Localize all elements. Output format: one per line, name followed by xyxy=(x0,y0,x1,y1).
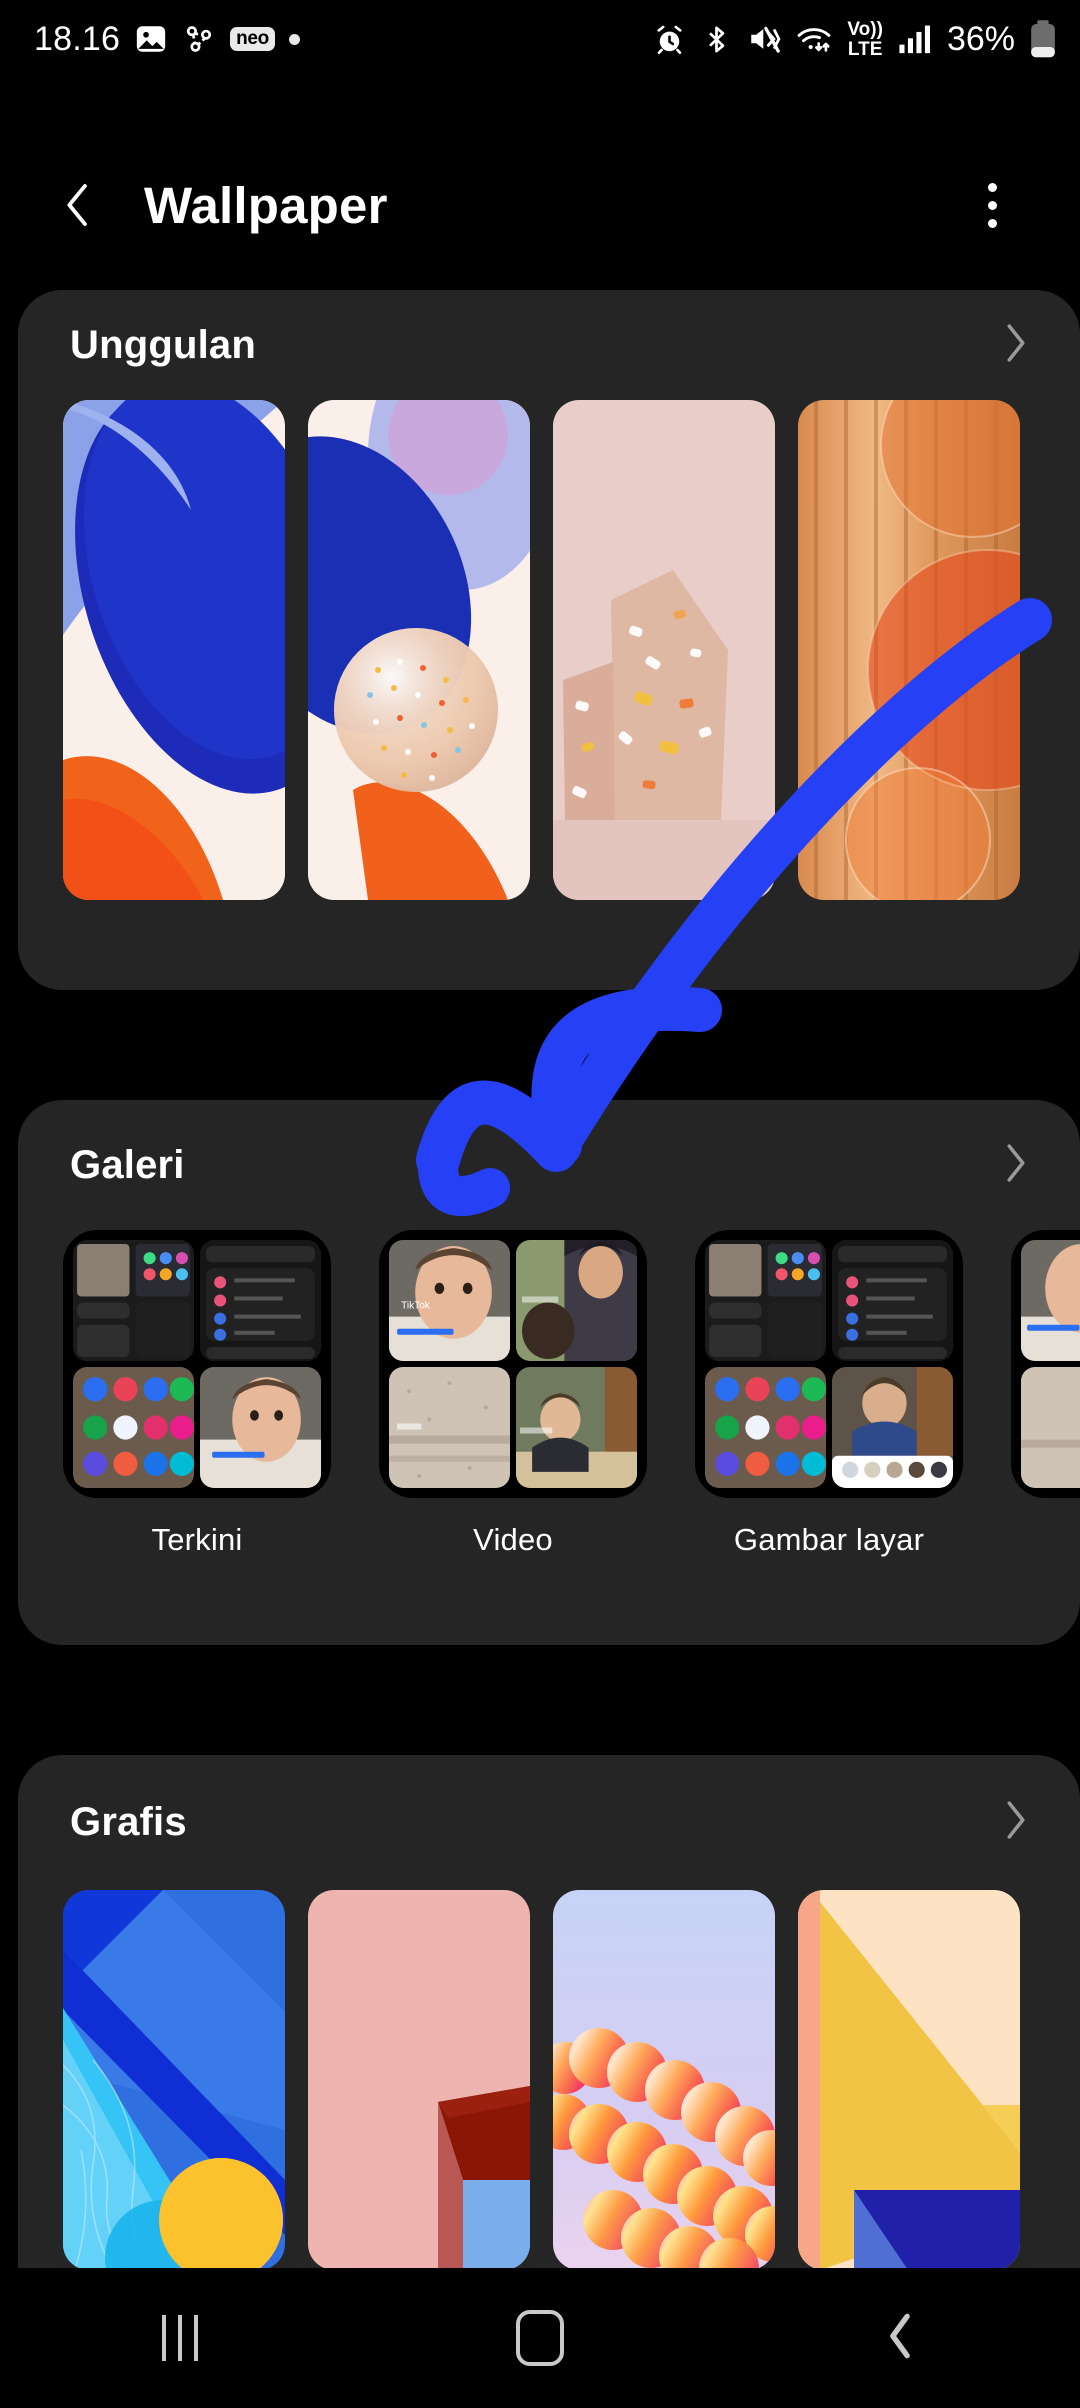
dot-indicator-icon xyxy=(288,33,300,45)
signal-bars-icon xyxy=(898,23,932,55)
gallery-album-gambar-layar[interactable]: Gambar layar xyxy=(695,1230,963,1558)
wifi-icon xyxy=(796,22,832,56)
graphic-thumb-cloud-gradient[interactable] xyxy=(553,1890,775,2270)
alarm-icon xyxy=(653,23,686,56)
volte-bottom-label: LTE xyxy=(847,38,883,60)
status-bar-right: Vo)) LTE 36% xyxy=(653,20,1056,59)
status-bar: 18.16 neo Vo)) LTE 36% xyxy=(0,0,1080,78)
home-button[interactable] xyxy=(470,2288,610,2388)
share-nearby-icon xyxy=(182,22,216,56)
recents-bar xyxy=(178,2315,182,2361)
kebab-dot xyxy=(987,182,997,192)
gallery-cell: TikTok xyxy=(389,1240,510,1361)
wallpaper-thumb-blue-orange[interactable] xyxy=(63,400,285,900)
wallpaper-thumb-orange-columns[interactable] xyxy=(798,400,1020,900)
battery-percent-label: 36% xyxy=(946,19,1015,58)
gallery-album-label: Terkini xyxy=(151,1522,243,1557)
chevron-right-icon[interactable] xyxy=(1002,1141,1030,1190)
gallery-album-video[interactable]: TikTok Video xyxy=(379,1230,647,1558)
app-bar: Wallpaper xyxy=(0,150,1080,260)
gallery-cell xyxy=(73,1367,194,1488)
gallery-cell xyxy=(832,1367,953,1488)
mute-vibrate-icon xyxy=(747,22,781,56)
graphic-thumb-blue-sun[interactable] xyxy=(63,1890,285,2270)
navigation-bar xyxy=(0,2268,1080,2408)
gallery-cell xyxy=(705,1240,826,1361)
wallpaper-thumb-terrazzo[interactable] xyxy=(553,400,775,900)
gallery-album-terkini[interactable]: Terkini xyxy=(63,1230,331,1558)
section-galeri: Galeri Terkini TikTok Video Gambar layar xyxy=(18,1100,1080,1645)
gallery-album-thumb[interactable]: TikTok xyxy=(379,1230,647,1498)
page-title: Wallpaper xyxy=(144,176,388,234)
status-bar-clock: 18.16 xyxy=(34,19,121,58)
gallery-cell xyxy=(832,1240,953,1361)
neo-app-badge: neo xyxy=(230,27,275,51)
kebab-dot xyxy=(987,200,997,210)
wallpaper-thumb-sphere[interactable] xyxy=(308,400,530,900)
graphic-thumb-pink-arch[interactable] xyxy=(308,1890,530,2270)
gallery-cell xyxy=(389,1367,510,1488)
battery-icon xyxy=(1030,20,1056,58)
home-icon xyxy=(516,2310,564,2366)
chevron-right-icon[interactable] xyxy=(1002,1798,1030,1847)
back-button[interactable] xyxy=(48,175,108,235)
section-header-grafis[interactable]: Grafis xyxy=(18,1755,1080,1890)
gallery-album-label: Gambar layar xyxy=(733,1522,925,1557)
gallery-cell xyxy=(200,1367,321,1488)
gallery-cell xyxy=(516,1240,637,1361)
gallery-cell xyxy=(1021,1240,1080,1361)
section-unggulan: Unggulan xyxy=(18,290,1080,990)
image-icon xyxy=(134,22,168,56)
nav-back-button[interactable] xyxy=(830,2288,970,2388)
phone-screen: 18.16 neo Vo)) LTE 36% Wallpaper Unggula… xyxy=(0,0,1080,2408)
chevron-right-icon[interactable] xyxy=(1002,321,1030,370)
bluetooth-icon xyxy=(701,24,732,55)
volte-top-label: Vo)) xyxy=(847,18,883,40)
gallery-album-label: Video xyxy=(473,1522,553,1557)
gallery-album-thumb[interactable] xyxy=(63,1230,331,1498)
gallery-cell xyxy=(516,1367,637,1488)
gallery-cell xyxy=(73,1240,194,1361)
more-options-button[interactable] xyxy=(964,175,1020,235)
recents-button[interactable] xyxy=(110,2288,250,2388)
recents-bar xyxy=(194,2315,198,2361)
svg-text:TikTok: TikTok xyxy=(401,1301,431,1312)
gallery-cell xyxy=(200,1240,321,1361)
recents-icon xyxy=(162,2315,198,2361)
section-grafis: Grafis xyxy=(18,1755,1080,2315)
gallery-album-partial[interactable] xyxy=(1011,1230,1080,1558)
gallery-carousel[interactable]: Terkini TikTok Video Gambar layar xyxy=(18,1230,1080,1558)
gallery-cell xyxy=(1021,1367,1080,1488)
section-title-galeri: Galeri xyxy=(70,1142,185,1187)
volte-icon: Vo)) LTE xyxy=(847,20,883,59)
back-chevron-icon xyxy=(882,2311,918,2366)
gallery-album-thumb[interactable] xyxy=(695,1230,963,1498)
recents-bar xyxy=(162,2315,166,2361)
section-header-galeri[interactable]: Galeri xyxy=(18,1100,1080,1230)
status-bar-left: 18.16 neo xyxy=(34,20,300,59)
gallery-cell xyxy=(705,1367,826,1488)
wallpaper-carousel-unggulan[interactable] xyxy=(18,400,1080,900)
section-header-unggulan[interactable]: Unggulan xyxy=(18,290,1080,400)
gallery-album-thumb[interactable] xyxy=(1011,1230,1080,1498)
section-title-unggulan: Unggulan xyxy=(70,322,257,367)
section-title-grafis: Grafis xyxy=(70,1800,187,1844)
graphic-thumb-yellow-blue[interactable] xyxy=(798,1890,1020,2270)
kebab-dot xyxy=(987,218,997,228)
graphics-carousel[interactable] xyxy=(18,1890,1080,2270)
